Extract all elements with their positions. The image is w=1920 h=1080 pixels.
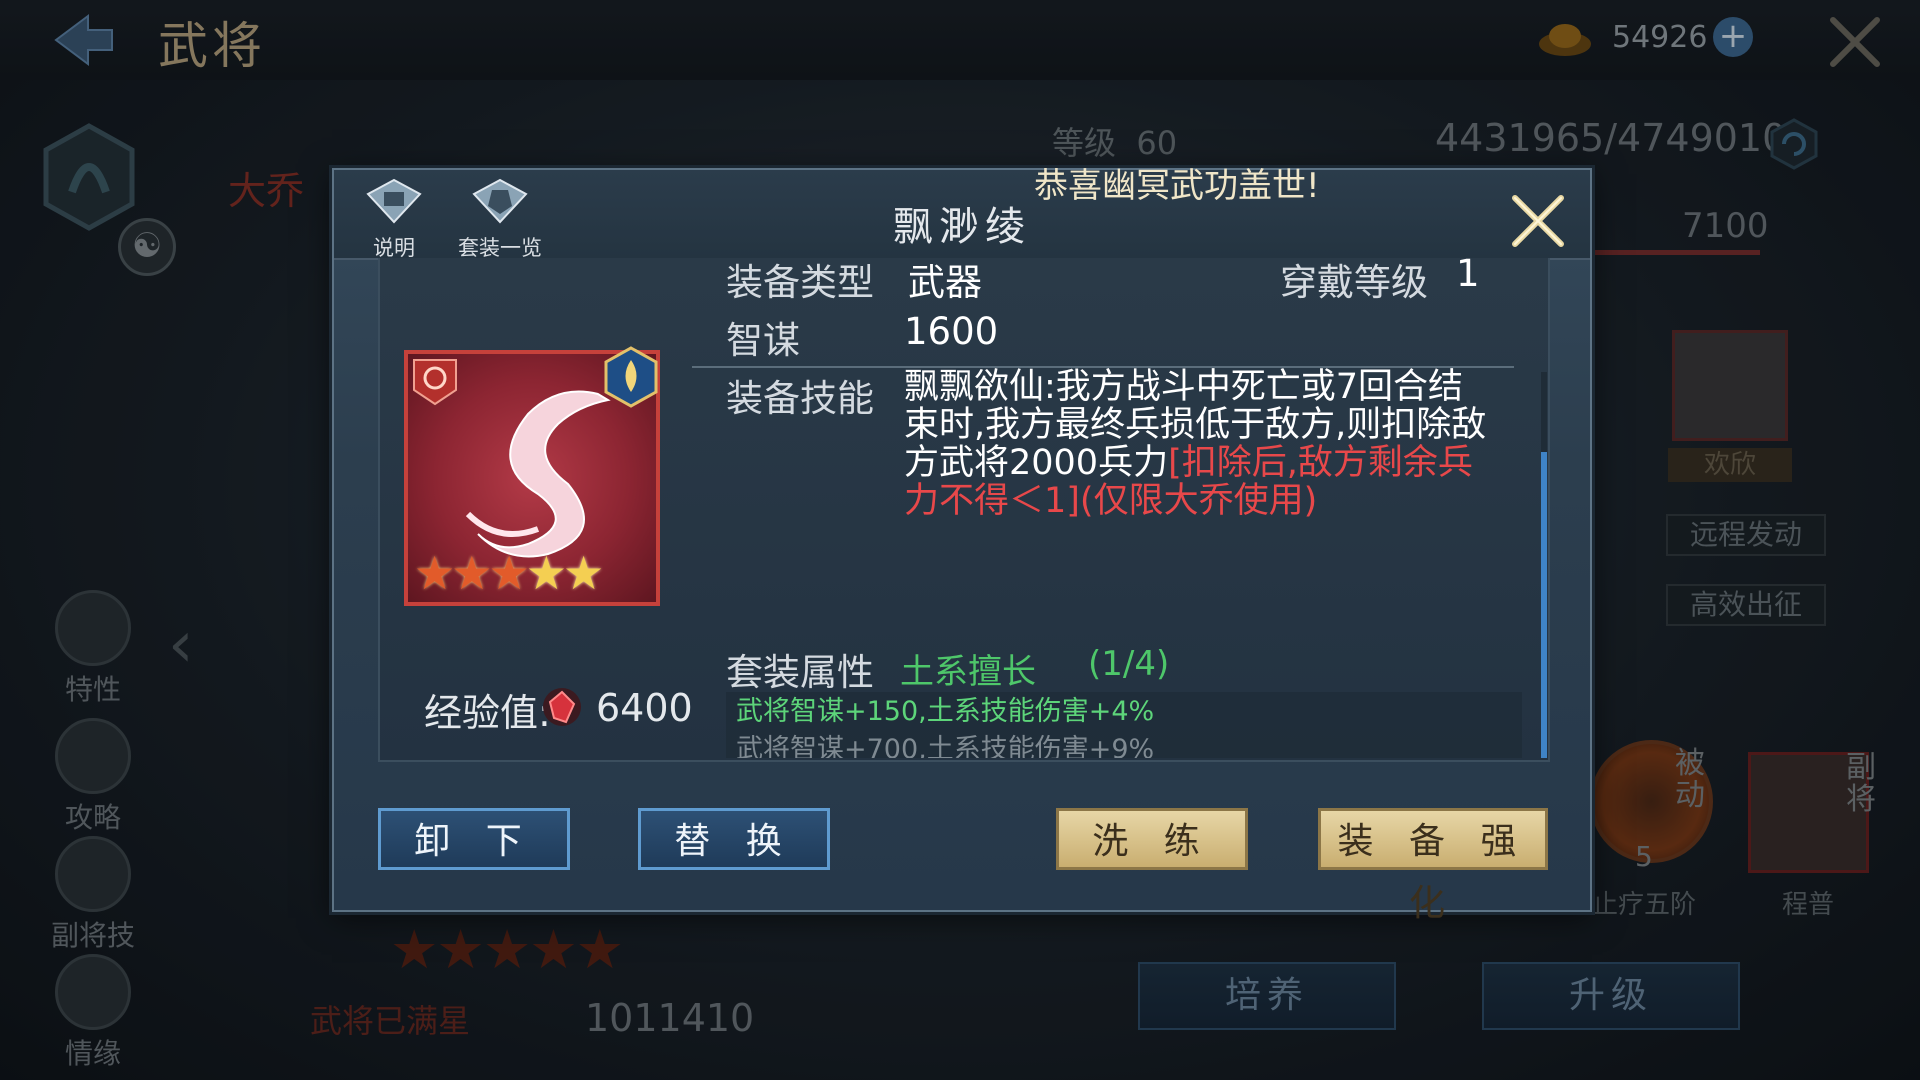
earth-set-icon bbox=[604, 346, 658, 408]
set-bonus-row: 武将智谋+150,土系技能伤害+4% bbox=[726, 692, 1522, 732]
enhance-button[interactable]: 装 备 强 化 bbox=[1318, 808, 1548, 924]
refine-button[interactable]: 洗 练 bbox=[1056, 808, 1248, 870]
skill-label: 装备技能 bbox=[726, 377, 874, 420]
item-stars: ★★★★★ bbox=[414, 546, 605, 600]
type-value: 武器 bbox=[908, 261, 982, 304]
attr-value: 1600 bbox=[904, 310, 999, 353]
set-bonus-row: 武将智谋+700,土系技能伤害+9% bbox=[726, 732, 1522, 758]
exp-label: 经验值: bbox=[424, 691, 551, 735]
wear-level-label: 穿戴等级 bbox=[1280, 261, 1428, 304]
set-name: 土系擅长 bbox=[900, 652, 1036, 692]
unequip-button[interactable]: 卸 下 bbox=[378, 808, 570, 870]
exp-gem-icon bbox=[543, 688, 581, 726]
replace-button[interactable]: 替 换 bbox=[638, 808, 830, 870]
type-label: 装备类型 bbox=[726, 261, 874, 304]
fire-element-icon bbox=[413, 359, 457, 406]
exp-value: 6400 bbox=[596, 686, 693, 730]
scrollbar-thumb[interactable] bbox=[1541, 452, 1547, 758]
item-star-red: ★★★ bbox=[414, 546, 530, 600]
set-count: (1/4) bbox=[1088, 644, 1170, 684]
broadcast-marquee: 恭喜幽冥武功盖世! bbox=[1034, 166, 1320, 206]
close-icon[interactable] bbox=[1507, 190, 1569, 252]
item-star-gold: ★★ bbox=[525, 546, 605, 600]
modal-title: 飘渺绫 bbox=[893, 204, 1031, 250]
wear-level-value: 1 bbox=[1456, 252, 1480, 295]
attr-label: 智谋 bbox=[726, 319, 800, 362]
set-label: 套装属性 bbox=[726, 651, 874, 694]
equipment-modal: 说明 套装一览 飘渺绫 恭喜幽冥武功盖世! ★★★★★ 经验值: 6400 装备… bbox=[332, 166, 1592, 924]
skill-description: 飘飘欲仙:我方战斗中死亡或7回合结束时,我方最终兵损低于敌方,则扣除敌方武将20… bbox=[904, 368, 1494, 520]
